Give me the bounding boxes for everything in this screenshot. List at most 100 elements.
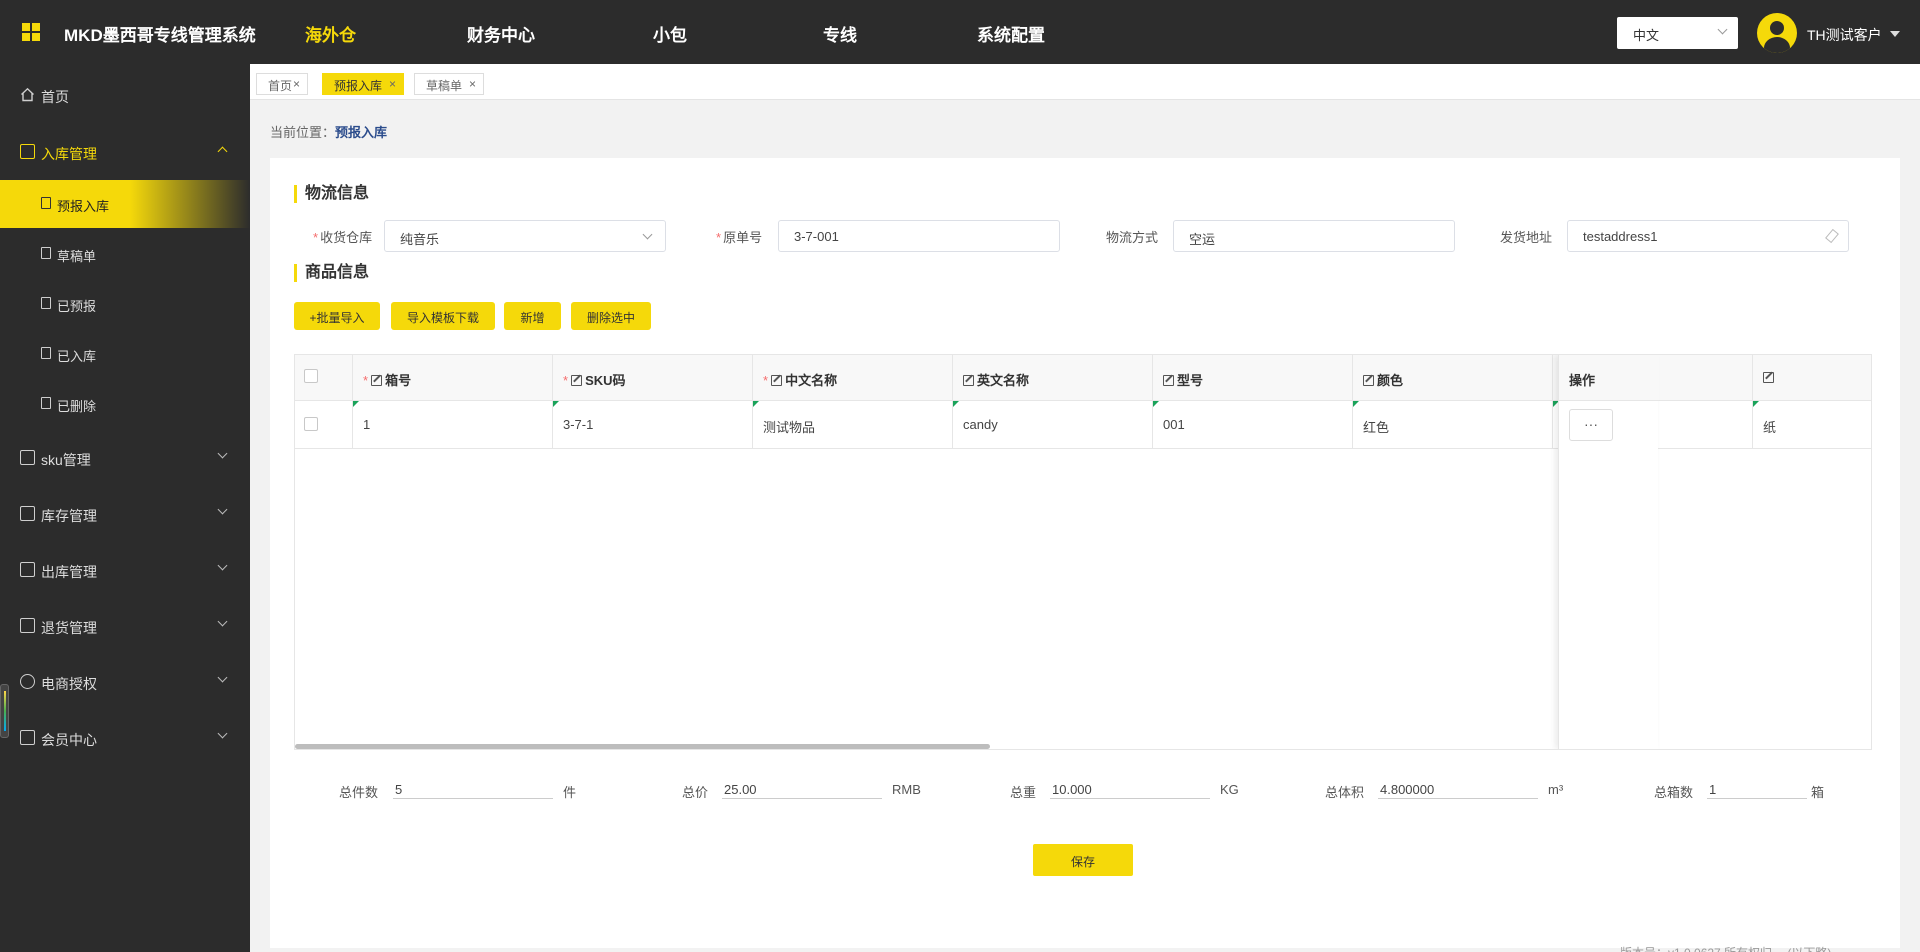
sidebar-item-sku[interactable]: sku管理 [0, 438, 250, 478]
user-name[interactable]: TH测试客户 [1807, 25, 1882, 45]
user-icon [20, 674, 35, 689]
edit-icon [1363, 375, 1374, 386]
sidebar-sub-label: 已删除 [57, 399, 97, 414]
column-header-en-name[interactable]: 英文名称 [953, 355, 1153, 401]
close-icon[interactable]: × [469, 77, 476, 91]
chevron-down-icon [642, 229, 653, 240]
chevron-down-icon [1717, 24, 1728, 35]
edited-marker [953, 401, 959, 407]
cell-cn-name[interactable]: 测试物品 [753, 401, 953, 449]
column-header-action: 操作 [1559, 355, 1659, 401]
sidebar-item-ecommerce-auth[interactable]: 电商授权 [0, 662, 250, 702]
apps-grid-icon[interactable] [22, 23, 40, 41]
chevron-down-icon [217, 504, 228, 515]
edited-marker [1153, 401, 1159, 407]
sidebar: 首页 入库管理 预报入库 草稿单 已预报 已入库 已删除 sku管理 库存管理 … [0, 64, 250, 952]
sidebar-item-label: 库存管理 [41, 508, 97, 524]
save-button[interactable]: 保存 [1033, 844, 1133, 876]
topnav-small-parcel[interactable]: 小包 [653, 21, 687, 46]
tab-draft[interactable]: 草稿单 × [414, 73, 484, 95]
total-volume-value: 4.800000 [1378, 774, 1538, 799]
sidebar-sub-deleted[interactable]: 已删除 [0, 380, 250, 428]
action-column: 操作 ··· [1558, 355, 1659, 749]
sidebar-item-inbound[interactable]: 入库管理 [0, 132, 250, 172]
sidebar-sub-received[interactable]: 已入库 [0, 330, 250, 378]
cell-en-name[interactable]: candy [953, 401, 1153, 449]
edit-icon [371, 375, 383, 386]
warehouse-select[interactable]: 纯音乐 [384, 220, 666, 252]
edit-icon [1763, 372, 1774, 383]
row-checkbox[interactable] [304, 417, 318, 431]
column-header-sku[interactable]: * SKU码 [553, 355, 753, 401]
edit-pen-icon [1825, 228, 1839, 244]
edit-icon [771, 375, 783, 386]
edited-marker [1353, 401, 1359, 407]
horizontal-scrollbar[interactable] [295, 744, 990, 749]
total-qty-value: 5 [393, 774, 553, 799]
document-icon [41, 197, 51, 209]
total-weight-label: 总重 [1010, 785, 1037, 800]
sidebar-item-inventory[interactable]: 库存管理 [0, 494, 250, 534]
sidebar-sub-forecast-inbound[interactable]: 预报入库 [0, 180, 250, 228]
sidebar-item-label: 退货管理 [41, 620, 97, 636]
topnav-finance[interactable]: 财务中心 [467, 21, 535, 46]
delete-selected-button[interactable]: 删除选中 [571, 302, 651, 330]
total-boxes-value: 1 [1707, 774, 1807, 799]
sidebar-item-outbound[interactable]: 出库管理 [0, 550, 250, 590]
column-header-box-no[interactable]: * 箱号 [353, 355, 553, 401]
main-card: 物流信息 * 收货仓库 纯音乐 * 原单号 3-7-001 物流方式 空运 发货地址… [270, 158, 1900, 948]
tab-forecast-inbound[interactable]: 预报入库 × [322, 73, 404, 95]
more-actions-button[interactable]: ··· [1569, 409, 1613, 441]
method-label: 物流方式 [1106, 230, 1159, 245]
chevron-down-icon [217, 560, 228, 571]
total-price-unit: RMB [892, 782, 921, 797]
column-header-more[interactable] [1753, 355, 1871, 401]
language-select[interactable]: 中文 [1617, 17, 1738, 49]
chevron-down-icon [217, 728, 228, 739]
total-volume-unit: m³ [1548, 782, 1564, 797]
sidebar-item-returns[interactable]: 退货管理 [0, 606, 250, 646]
cell-model[interactable]: 001 [1153, 401, 1353, 449]
tab-home[interactable]: 首页 × [256, 73, 308, 95]
order-no-input[interactable]: 3-7-001 [778, 220, 1060, 252]
document-icon [41, 397, 51, 409]
document-icon [41, 297, 51, 309]
inbox-download-icon [20, 144, 35, 159]
add-row-button[interactable]: 新增 [504, 302, 561, 330]
caret-down-icon[interactable] [1890, 31, 1900, 37]
inventory-icon [20, 506, 35, 521]
topnav-dedicated-line[interactable]: 专线 [823, 21, 857, 46]
sidebar-sub-forecasted[interactable]: 已预报 [0, 280, 250, 328]
topnav-system-config[interactable]: 系统配置 [977, 21, 1045, 46]
crown-icon [20, 730, 35, 745]
sidebar-item-home[interactable]: 首页 [0, 75, 250, 115]
top-bar: MKD墨西哥专线管理系统 海外仓 财务中心 小包 专线 系统配置 中文 TH测试… [0, 0, 1920, 64]
address-label: 发货地址 [1500, 230, 1553, 245]
column-header-color[interactable]: 颜色 [1353, 355, 1553, 401]
batch-import-button[interactable]: +批量导入 [294, 302, 380, 330]
select-all-checkbox[interactable] [304, 369, 318, 383]
close-icon[interactable]: × [389, 77, 396, 91]
cell-sku[interactable]: 3-7-1 [553, 401, 753, 449]
template-download-button[interactable]: 导入模板下载 [391, 302, 495, 330]
avatar[interactable] [1757, 13, 1797, 53]
column-header-model[interactable]: 型号 [1153, 355, 1353, 401]
address-value: testaddress1 [1583, 229, 1658, 244]
cell-box-no[interactable]: 1 [353, 401, 553, 449]
edit-icon [571, 375, 583, 386]
side-drawer-handle[interactable] [0, 684, 9, 738]
section-title-goods: 商品信息 [294, 264, 369, 282]
close-icon[interactable]: × [293, 77, 300, 91]
method-input[interactable]: 空运 [1173, 220, 1455, 252]
edited-marker [553, 401, 559, 407]
edited-marker [353, 401, 359, 407]
address-input[interactable]: testaddress1 [1567, 220, 1849, 252]
topnav-overseas-warehouse[interactable]: 海外仓 [305, 21, 356, 46]
cell-color[interactable]: 红色 [1353, 401, 1553, 449]
sidebar-sub-draft[interactable]: 草稿单 [0, 230, 250, 278]
sidebar-item-label: 出库管理 [41, 564, 97, 580]
cell-extra[interactable]: 纸 [1753, 401, 1871, 449]
sidebar-item-member-center[interactable]: 会员中心 [0, 718, 250, 758]
warehouse-label: * 收货仓库 [313, 230, 373, 245]
column-header-cn-name[interactable]: * 中文名称 [753, 355, 953, 401]
